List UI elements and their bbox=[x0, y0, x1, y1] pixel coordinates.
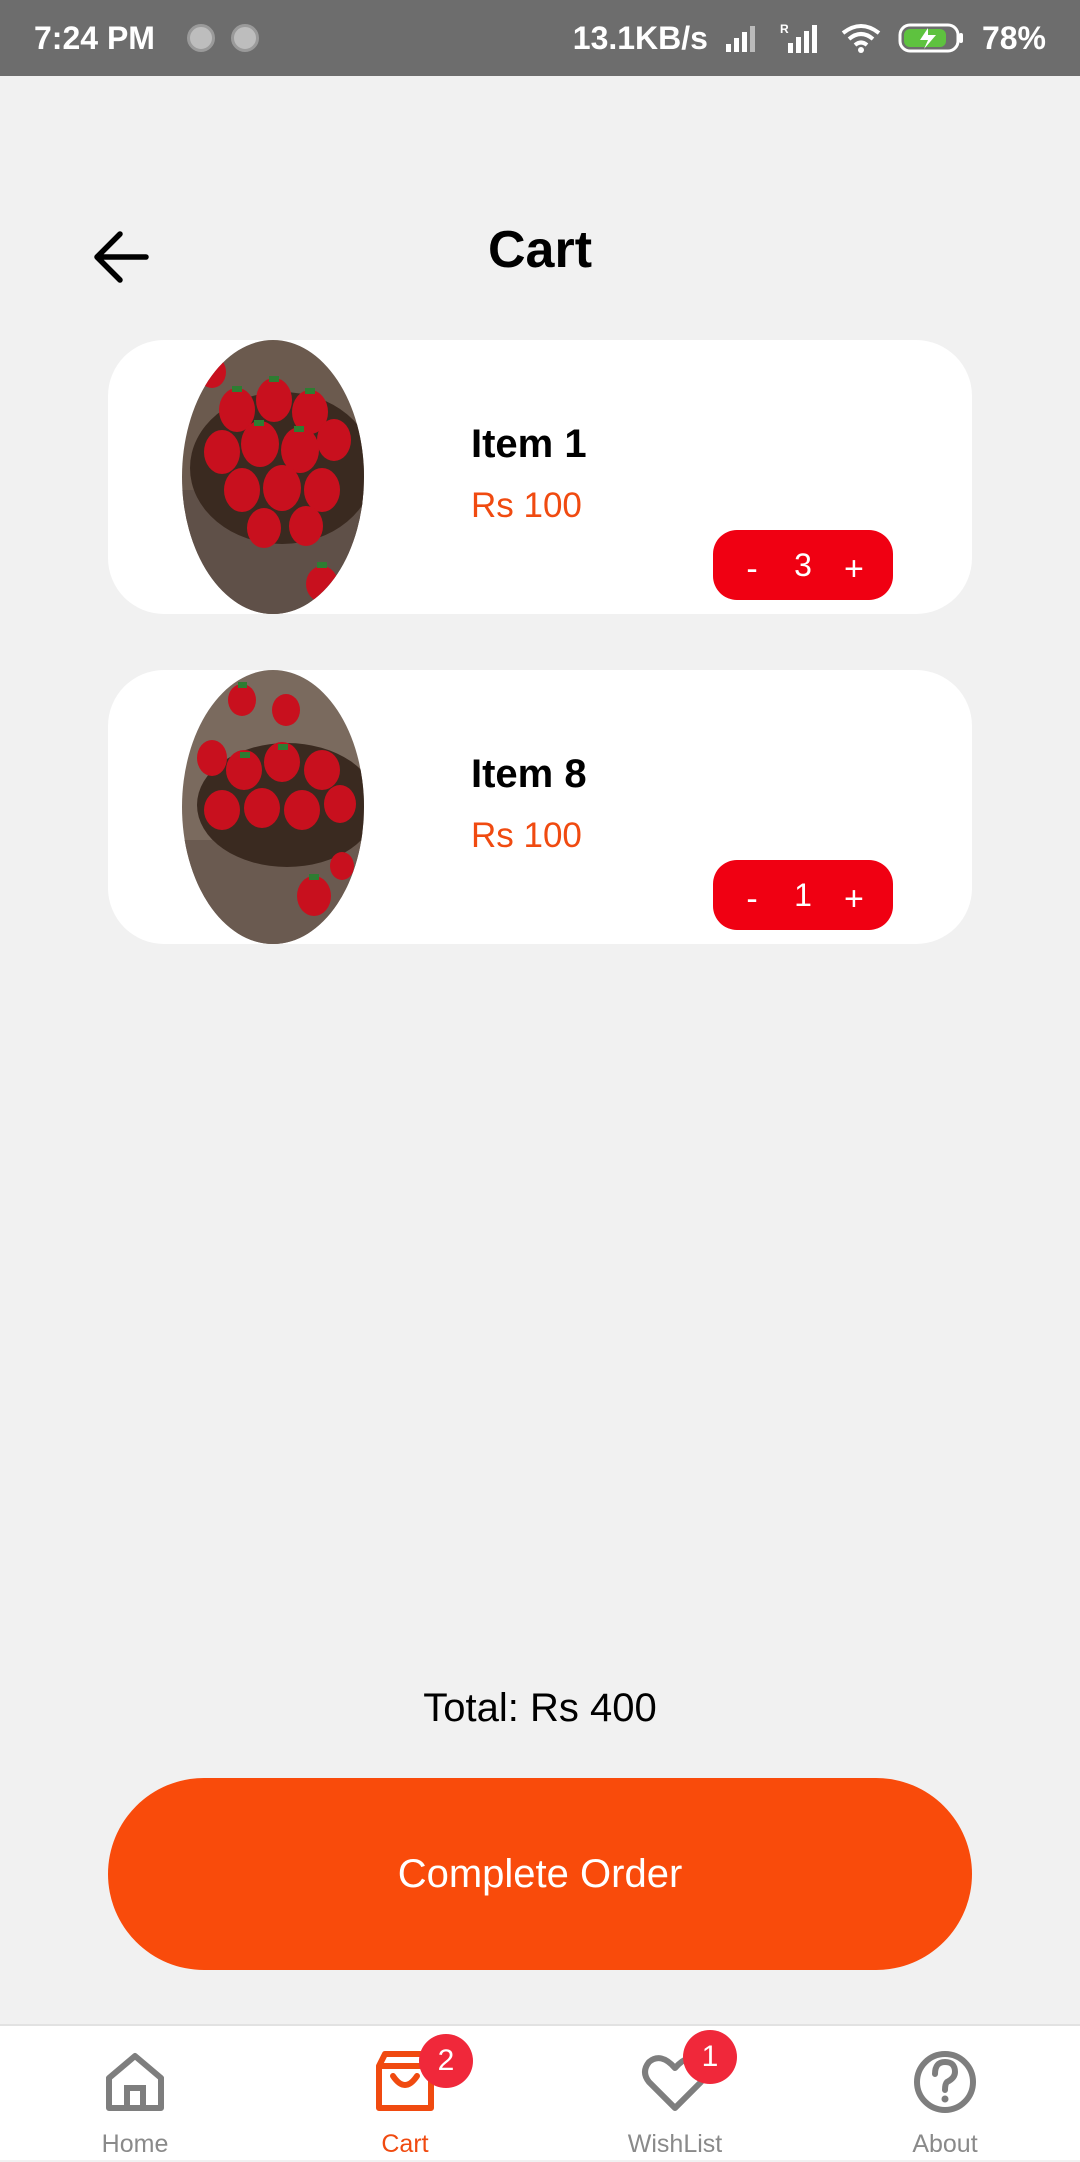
net-speed: 13.1KB/s bbox=[572, 19, 708, 56]
quantity-value: 1 bbox=[794, 876, 812, 913]
nav-label: Cart bbox=[381, 2130, 429, 2158]
page-header: Cart bbox=[0, 200, 1080, 310]
increase-quantity-button[interactable]: + bbox=[839, 542, 869, 589]
page-title: Cart bbox=[487, 221, 593, 279]
notification-dot-icon bbox=[230, 24, 259, 52]
order-total: Total: Rs 400 bbox=[423, 1686, 657, 1730]
signal-icon bbox=[725, 26, 755, 52]
status-time: 7:24 PM bbox=[34, 19, 155, 56]
cart-item-card: Item 8 Rs 100 - 1 + bbox=[108, 670, 972, 944]
product-image bbox=[182, 340, 364, 614]
nav-item-about[interactable]: About bbox=[845, 2026, 1045, 2162]
signal-roaming-icon: R bbox=[780, 22, 817, 53]
item-price: Rs 100 bbox=[471, 816, 582, 855]
bottom-navigation: Home 2 Cart 1 WishList About bbox=[0, 2024, 1080, 2160]
help-icon bbox=[914, 2051, 976, 2113]
complete-order-button[interactable]: Complete Order bbox=[108, 1778, 972, 1970]
notification-dot-icon bbox=[186, 24, 215, 52]
cart-item-card: Item 1 Rs 100 - 3 + bbox=[108, 340, 972, 614]
quantity-stepper: - 1 + bbox=[713, 860, 893, 930]
home-icon bbox=[106, 2053, 164, 2111]
status-bar-right: 13.1KB/s R 78% bbox=[573, 20, 1046, 57]
decrease-quantity-button[interactable]: - bbox=[737, 872, 767, 919]
quantity-stepper: - 3 + bbox=[713, 530, 893, 600]
wifi-icon bbox=[841, 24, 881, 53]
status-bar: 7:24 PM 13.1KB/s R 78% bbox=[0, 0, 1080, 76]
nav-label: About bbox=[912, 2130, 978, 2158]
product-image bbox=[182, 670, 364, 944]
svg-text:R: R bbox=[780, 22, 789, 36]
decrease-quantity-button[interactable]: - bbox=[737, 542, 767, 589]
item-name: Item 8 bbox=[471, 752, 587, 796]
battery-charging-icon bbox=[898, 23, 963, 53]
item-name: Item 1 bbox=[471, 422, 587, 466]
battery-level: 78% bbox=[981, 19, 1046, 56]
cart-count-badge: 2 bbox=[419, 2034, 473, 2088]
nav-item-cart[interactable]: 2 Cart bbox=[305, 2026, 505, 2162]
quantity-value: 3 bbox=[794, 546, 812, 583]
nav-item-wishlist[interactable]: 1 WishList bbox=[575, 2026, 775, 2162]
nav-label: WishList bbox=[627, 2130, 723, 2158]
wishlist-count-badge: 1 bbox=[683, 2030, 737, 2084]
increase-quantity-button[interactable]: + bbox=[839, 872, 869, 919]
status-bar-left: 7:24 PM bbox=[34, 20, 259, 57]
nav-label: Home bbox=[101, 2130, 169, 2158]
nav-item-home[interactable]: Home bbox=[35, 2026, 235, 2162]
item-price: Rs 100 bbox=[471, 486, 582, 525]
